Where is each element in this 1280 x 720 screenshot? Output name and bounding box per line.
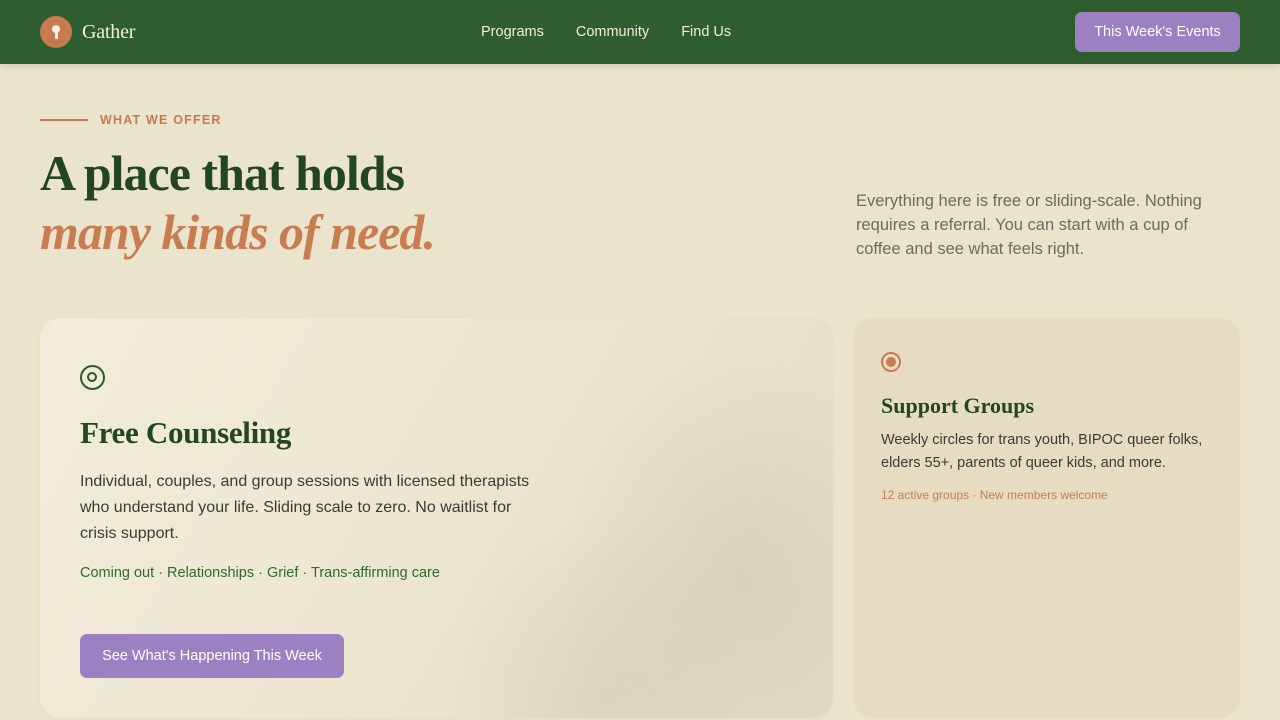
counseling-description: Individual, couples, and group sessions … [80, 473, 530, 542]
eyebrow-label: WHAT WE OFFER [100, 113, 222, 127]
radio-dot-icon [881, 352, 901, 372]
support-groups-meta: 12 active groups · New members welcome [881, 488, 1108, 502]
target-icon [80, 365, 105, 390]
this-weeks-events-button[interactable]: This Week's Events [1075, 12, 1240, 52]
hero-headline: A place that holds many kinds of need. [40, 144, 436, 262]
brand-logo[interactable]: Gather [40, 16, 135, 48]
brand-name: Gather [82, 20, 136, 43]
headline-line-1: A place that holds [40, 145, 405, 201]
see-whats-happening-button[interactable]: See What's Happening This Week [80, 634, 344, 678]
nav-link-programs[interactable]: Programs [481, 24, 544, 40]
counseling-title: Free Counseling [80, 415, 292, 450]
headline-line-2: many kinds of need. [40, 204, 436, 260]
support-groups-card[interactable] [853, 318, 1240, 718]
nav-links: Programs Community Find Us [481, 0, 763, 64]
hero-intro: Everything here is free or sliding-scale… [856, 192, 1202, 258]
counseling-tags: Coming out · Relationships · Grief · Tra… [80, 565, 440, 581]
eyebrow-divider [40, 119, 88, 121]
top-nav: Gather Programs Community Find Us This W… [0, 0, 1280, 64]
support-groups-description: Weekly circles for trans youth, BIPOC qu… [881, 432, 1203, 471]
section-eyebrow: WHAT WE OFFER [40, 112, 222, 128]
nav-link-find-us[interactable]: Find Us [681, 24, 731, 40]
support-groups-title: Support Groups [881, 393, 1035, 418]
keyhole-logo-icon [40, 16, 72, 48]
nav-link-community[interactable]: Community [576, 24, 649, 40]
